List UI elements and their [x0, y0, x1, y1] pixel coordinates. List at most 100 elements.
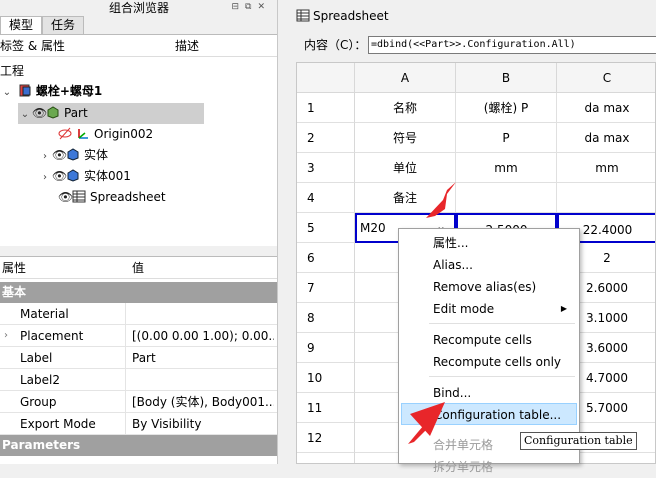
menu-item-properties[interactable]: 属性... — [401, 232, 577, 254]
eye-icon[interactable]: 👁 — [32, 103, 47, 124]
row-header[interactable]: 4 — [297, 183, 355, 213]
tree-root-label: 工程 — [0, 64, 25, 78]
prop-group-parameters[interactable]: Parameters — [0, 435, 277, 456]
row-header[interactable]: 5 — [297, 213, 355, 243]
cell-c4[interactable] — [557, 183, 655, 213]
tree-item-document[interactable]: ⌄ 螺栓+螺母1 — [0, 81, 102, 102]
row-header[interactable]: 8 — [297, 303, 355, 333]
row-header[interactable]: 9 — [297, 333, 355, 363]
column-header-a[interactable]: A — [355, 63, 456, 93]
tree-item-origin[interactable]: Origin002 — [58, 124, 153, 145]
menu-item-bind[interactable]: Bind... — [401, 382, 577, 404]
part-icon — [47, 106, 59, 119]
eye-icon[interactable]: 👁 — [52, 145, 67, 166]
tree-col-label[interactable]: 标签 & 属性 — [0, 35, 65, 57]
chevron-right-icon[interactable]: › — [38, 146, 52, 167]
menu-item-edit-mode[interactable]: Edit mode ▶ — [401, 298, 577, 320]
prop-row-material[interactable]: Material — [0, 303, 277, 325]
prop-value[interactable]: Part — [128, 347, 274, 369]
chevron-right-icon[interactable]: › — [38, 167, 52, 188]
eye-icon[interactable]: 👁 — [58, 187, 73, 208]
property-view: 属性 值 基本 Material › Placement [(0.00 0.00 1… — [0, 256, 277, 464]
spreadsheet-icon — [72, 190, 86, 203]
prop-key: Placement — [16, 325, 126, 347]
tooltip: Configuration table — [520, 432, 637, 450]
chevron-right-icon[interactable]: › — [4, 325, 8, 347]
float-icon[interactable]: ⧉ — [245, 2, 257, 12]
prop-value[interactable]: By Visibility — [128, 413, 274, 435]
tab-tasks[interactable]: 任务 — [42, 16, 85, 34]
prop-key: Label — [16, 347, 126, 369]
row-header[interactable]: 13 — [297, 453, 355, 463]
menu-item-alias[interactable]: Alias... — [401, 254, 577, 276]
prop-value[interactable]: [(0.00 0.00 1.00); 0.00... — [128, 325, 274, 347]
chevron-down-icon[interactable]: ⌄ — [18, 104, 32, 125]
corner-header[interactable] — [297, 63, 355, 93]
prop-row-label2[interactable]: Label2 — [0, 369, 277, 391]
prop-key: Group — [16, 391, 126, 413]
spreadsheet-title: Spreadsheet — [313, 9, 389, 23]
column-header-c[interactable]: C — [557, 63, 655, 93]
model-tree: 标签 & 属性 描述 工程 ⌄ 螺栓+螺母1 ⌄ 👁 Part Origin002 … — [0, 34, 277, 246]
menu-separator — [429, 323, 575, 324]
tree-item-spreadsheet[interactable]: 👁 Spreadsheet — [58, 187, 166, 208]
row-header[interactable]: 7 — [297, 273, 355, 303]
tab-model[interactable]: 模型 — [0, 16, 43, 34]
cell-b1[interactable]: (螺栓) P — [456, 93, 557, 123]
tree-item-label: 实体 — [84, 148, 109, 162]
prop-key: Material — [16, 303, 126, 325]
menu-item-remove-alias[interactable]: Remove alias(es) — [401, 276, 577, 298]
menu-item-recompute-cells-only[interactable]: Recompute cells only — [401, 351, 577, 373]
prop-col-name[interactable]: 属性 — [2, 257, 26, 279]
eye-icon[interactable]: 👁 — [52, 166, 67, 187]
prop-row-label[interactable]: Label Part — [0, 347, 277, 369]
tree-item-part[interactable]: ⌄ 👁 Part — [18, 103, 204, 124]
close-icon[interactable]: ✕ — [257, 2, 271, 12]
tree-item-label: 螺栓+螺母1 — [35, 84, 103, 98]
menu-item-split-cells[interactable]: 拆分单元格 — [401, 456, 577, 478]
cell-a1[interactable]: 名称 — [355, 93, 456, 123]
row-header[interactable]: 1 — [297, 93, 355, 123]
row-header[interactable]: 3 — [297, 153, 355, 183]
prop-col-value[interactable]: 值 — [132, 257, 144, 279]
prop-value[interactable]: [Body (实体), Body001... — [128, 391, 274, 413]
pin-icon[interactable]: ⊟ — [231, 2, 245, 12]
row-header[interactable]: 2 — [297, 123, 355, 153]
content-input[interactable]: =dbind(<<Part>>.Configuration.All) — [368, 36, 656, 54]
prop-row-export-mode[interactable]: Export Mode By Visibility — [0, 413, 277, 435]
tree-root[interactable]: 工程 — [0, 61, 24, 82]
prop-row-placement[interactable]: › Placement [(0.00 0.00 1.00); 0.00... — [0, 325, 277, 347]
prop-key: Label2 — [16, 369, 126, 391]
cell-c1[interactable]: da max — [557, 93, 655, 123]
tree-item-label: 实体001 — [84, 169, 131, 183]
tree-item-body001[interactable]: › 👁 实体001 — [38, 166, 131, 187]
cell-b2[interactable]: P — [456, 123, 557, 153]
dock-buttons[interactable]: ⊟⧉✕ — [231, 2, 271, 12]
row-header[interactable]: 11 — [297, 393, 355, 423]
menu-item-label: Edit mode — [433, 302, 495, 316]
cell-a4[interactable]: 备注 — [355, 183, 456, 213]
combo-view-panel: 组合浏览器 ⊟⧉✕ 模型 任务 标签 & 属性 描述 工程 ⌄ 螺栓+螺母1 ⌄ 👁… — [0, 0, 278, 464]
row-header[interactable]: 12 — [297, 423, 355, 453]
cell-b3[interactable]: mm — [456, 153, 557, 183]
content-bar: 内容（C）： =dbind(<<Part>>.Configuration.All… — [288, 34, 656, 56]
cell-a3[interactable]: 单位 — [355, 153, 456, 183]
cell-c3[interactable]: mm — [557, 153, 655, 183]
row-header[interactable]: 10 — [297, 363, 355, 393]
chevron-down-icon[interactable]: ⌄ — [0, 82, 14, 103]
cell-b4[interactable] — [456, 183, 557, 213]
tree-item-body[interactable]: › 👁 实体 — [38, 145, 108, 166]
combo-tabs: 模型 任务 — [0, 16, 85, 34]
prop-row-group[interactable]: Group [Body (实体), Body001... — [0, 391, 277, 413]
menu-item-configuration-table[interactable]: Configuration table... — [401, 403, 577, 425]
spreadsheet-title-bar: Spreadsheet — [288, 5, 389, 27]
tree-col-desc[interactable]: 描述 — [175, 35, 199, 57]
tree-header: 标签 & 属性 描述 — [0, 35, 277, 57]
cell-a2[interactable]: 符号 — [355, 123, 456, 153]
column-header-b[interactable]: B — [456, 63, 557, 93]
hidden-eye-icon[interactable] — [58, 127, 72, 140]
menu-item-recompute-cells[interactable]: Recompute cells — [401, 329, 577, 351]
prop-group-basic[interactable]: 基本 — [0, 282, 277, 303]
cell-c2[interactable]: da max — [557, 123, 655, 153]
row-header[interactable]: 6 — [297, 243, 355, 273]
